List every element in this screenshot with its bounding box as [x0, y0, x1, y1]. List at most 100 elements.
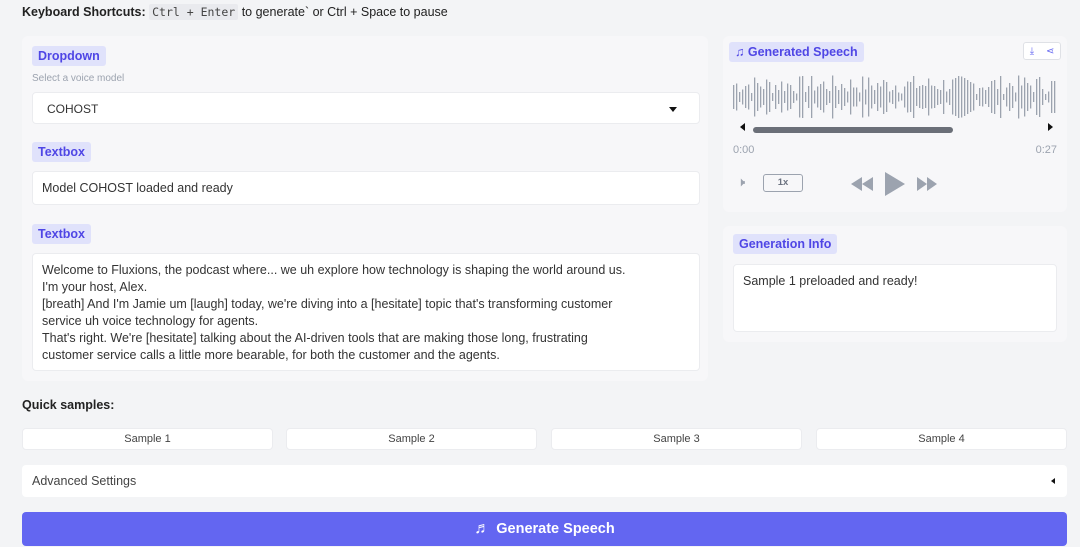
waveform-bar	[862, 76, 864, 118]
waveform-bar	[874, 90, 876, 104]
waveform-bar	[994, 80, 996, 114]
waveform-bar	[904, 86, 906, 108]
waveform-bar	[793, 91, 795, 103]
waveform-bar	[802, 76, 804, 118]
waveform-bar	[877, 83, 879, 111]
audio-panel: ♫ Generated Speech ⤓ ⋖ 0:00 0:27 🕨 1x	[723, 36, 1067, 212]
waveform-bar	[970, 82, 972, 112]
waveform-bar	[1042, 89, 1044, 105]
waveform-bar	[853, 87, 855, 107]
status-textbox-value: Model COHOST loaded and ready	[42, 181, 233, 195]
status-textbox[interactable]: Model COHOST loaded and ready	[32, 171, 700, 205]
waveform-bar	[850, 79, 852, 115]
waveform-bar	[826, 89, 828, 105]
voice-model-dropdown[interactable]: COHOST	[32, 92, 700, 124]
waveform-bar	[1039, 77, 1041, 117]
waveform-bar	[988, 87, 990, 107]
play-icon[interactable]	[885, 172, 905, 196]
waveform-bar	[817, 86, 819, 108]
waveform-bar	[889, 91, 891, 103]
waveform-bar	[964, 78, 966, 116]
duration: 0:27	[1035, 144, 1057, 156]
waveform-bar	[763, 89, 765, 105]
generation-info-box[interactable]: Sample 1 preloaded and ready!	[733, 264, 1057, 332]
waveform-bar	[1009, 83, 1011, 111]
waveform-bar	[952, 79, 954, 115]
waveform-bar	[751, 93, 753, 101]
waveform-bar	[742, 89, 744, 105]
waveform-bar	[979, 88, 981, 106]
scroll-right-icon[interactable]	[1048, 123, 1053, 131]
scroll-left-icon[interactable]	[740, 123, 745, 131]
waveform-bar	[1027, 83, 1029, 111]
waveform-bar	[1048, 91, 1050, 103]
waveform-bar	[976, 94, 978, 100]
waveform-bar	[949, 89, 951, 105]
waveform-bar	[868, 77, 870, 117]
waveform-bar	[805, 92, 807, 102]
quick-samples-title: Quick samples:	[22, 398, 115, 412]
waveform-bar	[985, 90, 987, 104]
waveform-bar	[919, 86, 921, 108]
sample-4-button[interactable]: Sample 4	[816, 428, 1067, 450]
chevron-down-icon	[669, 107, 677, 112]
waveform-bar	[1054, 81, 1056, 113]
waveform-bar	[859, 92, 861, 102]
waveform-bar	[814, 90, 816, 104]
script-line: [breath] And I'm Jamie um [laugh] today,…	[42, 297, 613, 311]
music-notes-icon: ♬	[474, 520, 491, 537]
left-panel: Dropdown Select a voice model COHOST Tex…	[22, 36, 708, 381]
waveform-bar	[973, 83, 975, 111]
fast-forward-icon[interactable]	[917, 177, 937, 191]
generate-speech-button[interactable]: ♬ Generate Speech	[22, 512, 1067, 546]
waveform-bar	[829, 91, 831, 103]
waveform-bar	[982, 87, 984, 107]
volume-icon[interactable]: 🕨	[737, 174, 745, 190]
waveform-bar	[775, 85, 777, 109]
waveform-bar	[745, 86, 747, 108]
waveform-bar	[907, 81, 909, 113]
waveform-bar	[928, 78, 930, 116]
advanced-settings-accordion[interactable]: Advanced Settings	[22, 465, 1067, 497]
shortcut-text-2: or Ctrl + Space to pause	[312, 5, 448, 19]
sample-1-button[interactable]: Sample 1	[22, 428, 273, 450]
waveform-bar	[922, 85, 924, 109]
script-line: customer service calls a little more bea…	[42, 348, 500, 362]
waveform-bar	[847, 91, 849, 103]
waveform-bar	[1030, 85, 1032, 109]
waveform-bar	[895, 85, 897, 109]
dropdown-hint: Select a voice model	[32, 73, 125, 84]
waveform-bar	[1018, 75, 1020, 119]
waveform-bar	[946, 91, 948, 103]
collapse-triangle-icon	[1051, 478, 1055, 484]
waveform-bar	[913, 76, 915, 118]
waveform-bar	[967, 80, 969, 114]
rewind-icon[interactable]	[851, 177, 873, 191]
waveform-bar	[769, 82, 771, 112]
sample-3-button[interactable]: Sample 3	[551, 428, 802, 450]
download-icon[interactable]: ⤓	[1030, 46, 1034, 57]
waveform-bar	[934, 86, 936, 108]
waveform-bar	[871, 85, 873, 109]
waveform-bar	[832, 75, 834, 119]
sample-2-button[interactable]: Sample 2	[286, 428, 537, 450]
playback-speed-button[interactable]: 1x	[763, 174, 803, 192]
generate-speech-label: Generate Speech	[496, 521, 615, 537]
waveform-scrollbar[interactable]	[753, 127, 953, 133]
dropdown-value: COHOST	[47, 102, 99, 116]
waveform-bar	[784, 91, 786, 103]
waveform-bar	[883, 80, 885, 114]
script-text: Welcome to Fluxions, the podcast where..…	[42, 262, 690, 364]
waveform-bar	[835, 86, 837, 108]
waveform[interactable]	[733, 74, 1057, 120]
script-textbox[interactable]: Welcome to Fluxions, the podcast where..…	[32, 253, 700, 371]
waveform-bar	[1006, 87, 1008, 107]
waveform-bar	[748, 84, 750, 110]
waveform-bar	[898, 92, 900, 102]
shortcuts-label: Keyboard Shortcuts:	[22, 5, 146, 19]
waveform-bar	[757, 83, 759, 111]
share-icon[interactable]: ⋖	[1046, 46, 1054, 57]
waveform-bar	[1015, 92, 1017, 102]
waveform-bar	[931, 85, 933, 109]
waveform-bar	[1012, 86, 1014, 108]
